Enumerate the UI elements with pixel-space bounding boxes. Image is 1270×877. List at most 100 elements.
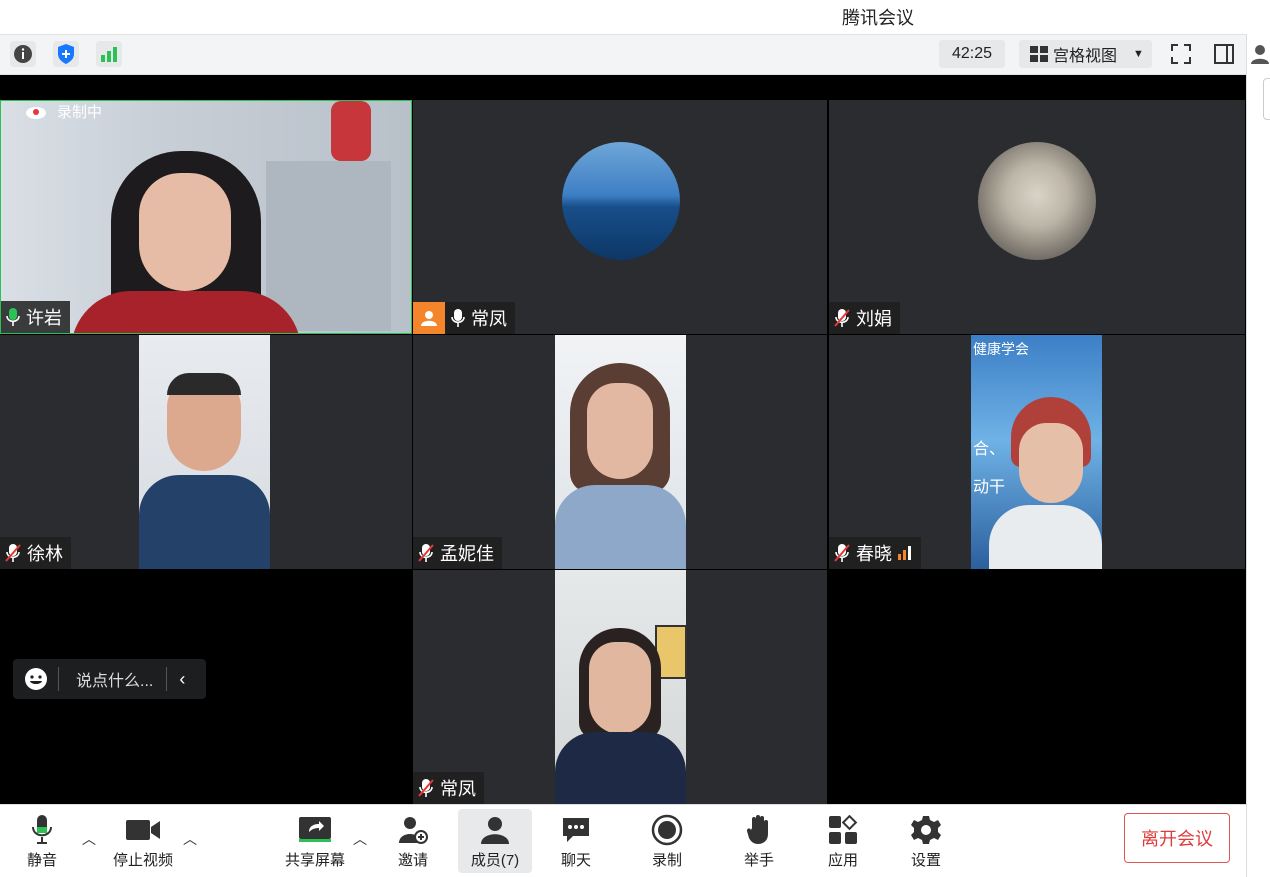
mute-label: 静音 (26, 852, 57, 869)
mic-muted-icon (834, 544, 850, 562)
record-button[interactable]: 录制 (650, 809, 684, 873)
grid-view-icon (1030, 46, 1048, 62)
microphone-icon (32, 815, 52, 844)
raise-hand-icon (746, 815, 768, 844)
face-shape (139, 173, 231, 291)
invite-user-icon (399, 817, 428, 844)
record-label: 录制 (651, 852, 682, 869)
face-shape (1019, 423, 1083, 503)
gear-icon (911, 816, 941, 844)
sweater-shape (555, 485, 686, 569)
view-mode-dropdown[interactable]: 宫格视图 ▼ (1019, 40, 1152, 68)
face-shape (589, 642, 651, 734)
invite-button[interactable]: 邀请 (395, 809, 431, 873)
video-camera-icon (126, 820, 160, 840)
raise-hand-label: 举手 (743, 852, 774, 869)
member-list-icon[interactable] (1249, 43, 1270, 65)
share-screen-label: 共享屏幕 (284, 852, 345, 869)
participant-name: 常凤 (440, 779, 476, 799)
mic-muted-icon (418, 779, 434, 797)
top-toolbar: 42:25 宫格视图 ▼ (0, 34, 1246, 75)
collapse-chevron-icon[interactable]: ‹ (179, 669, 185, 690)
face-shape (587, 383, 653, 479)
avatar (562, 142, 680, 260)
video-tile[interactable]: 常凤 (413, 570, 827, 804)
members-label: 成员(7) (470, 852, 520, 869)
hair-shape (167, 373, 241, 395)
video-tile[interactable]: 健康学会 合、 动干 春晓 (829, 335, 1245, 569)
signal-weak-icon (898, 546, 911, 560)
video-tile[interactable]: 常凤 (413, 100, 827, 334)
stop-video-button[interactable]: 停止视频 (110, 809, 176, 873)
record-icon (651, 814, 683, 846)
mic-options-caret-icon[interactable]: ︿ (82, 829, 96, 849)
virtual-background-text: 动干 (973, 477, 1006, 496)
video-tile[interactable]: 孟妮佳 (413, 335, 827, 569)
divider (166, 667, 168, 691)
figurine-shape (331, 101, 371, 161)
host-icon (413, 302, 445, 334)
mute-button[interactable]: 静音 (22, 809, 62, 873)
jacket-shape (989, 505, 1102, 569)
chat-button[interactable]: 聊天 (560, 809, 592, 873)
participant-nametag: 孟妮佳 (413, 537, 502, 569)
participant-nametag: 常凤 (413, 772, 484, 804)
recording-label: 录制中 (57, 104, 103, 121)
quick-chat-bar: 说点什么... ‹ (13, 659, 206, 699)
participant-nametag: 常凤 (413, 302, 515, 334)
cabinet-shape (266, 161, 391, 331)
emoji-icon[interactable] (24, 667, 48, 691)
settings-button[interactable]: 设置 (909, 809, 943, 873)
jacket-shape (139, 475, 270, 569)
chat-input[interactable]: 说点什么... (76, 667, 153, 691)
participant-video (555, 570, 687, 804)
participant-nametag: 许岩 (1, 301, 70, 333)
settings-label: 设置 (910, 852, 941, 869)
title-bar: 腾讯会议 (0, 0, 1270, 34)
participant-video (139, 335, 270, 569)
video-options-caret-icon[interactable]: ︿ (183, 829, 197, 849)
recording-cloud-icon (26, 106, 46, 119)
invite-label: 邀请 (397, 852, 428, 869)
participant-name: 许岩 (26, 308, 62, 328)
members-icon (481, 817, 509, 844)
video-tile[interactable]: 录制中 许岩 (0, 100, 412, 334)
mic-muted-icon (5, 544, 21, 562)
share-screen-button[interactable]: 共享屏幕 (284, 809, 346, 873)
participant-name: 刘娟 (856, 309, 892, 329)
share-options-caret-icon[interactable]: ︿ (353, 829, 367, 849)
leave-meeting-button[interactable]: 离开会议 (1124, 813, 1230, 863)
chat-bubble-icon (563, 818, 589, 842)
bottom-control-bar: 静音 ︿ 停止视频 ︿ 共享屏幕 ︿ 邀请 成员(7) 聊天 录制 举手 应用 … (0, 804, 1246, 877)
participant-nametag: 徐林 (0, 537, 71, 569)
video-tile[interactable]: 刘娟 (829, 100, 1245, 334)
participant-name: 徐林 (27, 544, 63, 564)
info-icon[interactable] (10, 41, 36, 67)
virtual-background-text: 健康学会 (973, 342, 1029, 358)
recording-indicator: 录制中 (25, 101, 102, 122)
mic-on-icon (451, 309, 465, 327)
raise-hand-button[interactable]: 举手 (743, 809, 775, 873)
security-shield-icon[interactable] (53, 41, 79, 67)
jacket-shape (555, 732, 686, 804)
members-button[interactable]: 成员(7) (458, 809, 532, 873)
sweater-shape (71, 291, 301, 333)
meeting-timer: 42:25 (939, 40, 1005, 68)
side-panel-toggle-icon[interactable] (1211, 41, 1237, 67)
video-tile[interactable]: 徐林 (0, 335, 412, 569)
right-side-strip (1246, 34, 1270, 877)
chevron-down-icon: ▼ (1133, 48, 1144, 60)
signal-strength-icon[interactable] (96, 41, 122, 67)
apps-button[interactable]: 应用 (826, 809, 860, 873)
chat-label: 聊天 (560, 852, 591, 869)
share-screen-icon (299, 817, 331, 842)
mic-on-icon (6, 308, 20, 326)
participant-nametag: 春晓 (829, 537, 921, 569)
fullscreen-icon[interactable] (1168, 41, 1194, 67)
participant-name: 孟妮佳 (440, 544, 494, 564)
view-mode-label: 宫格视图 (1053, 48, 1118, 65)
mic-muted-icon (834, 309, 850, 327)
participant-video (555, 335, 686, 569)
side-handle[interactable] (1263, 78, 1270, 120)
empty-tile (829, 570, 1245, 804)
